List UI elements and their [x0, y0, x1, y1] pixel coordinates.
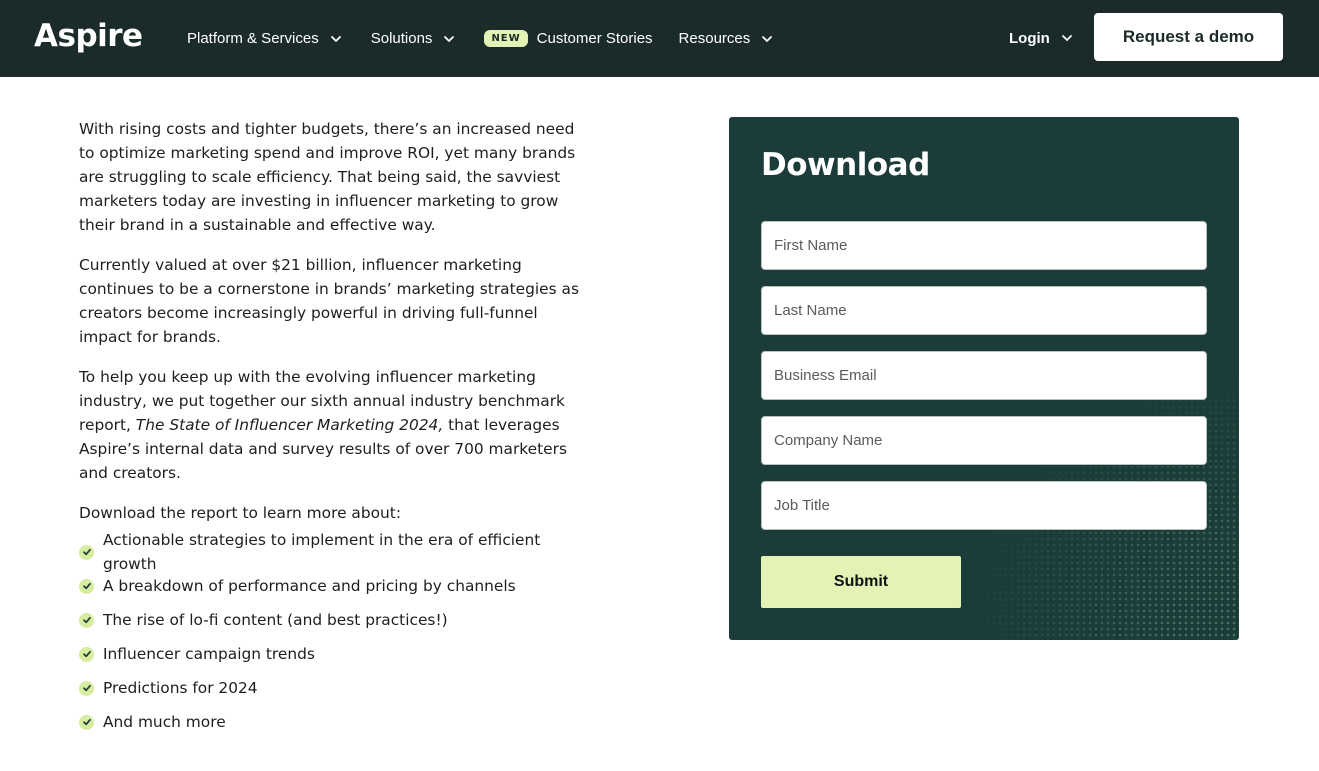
aspire-logo[interactable]: Aspire	[34, 18, 143, 54]
last-name-field[interactable]	[761, 286, 1207, 335]
top-navigation-bar: Aspire Platform & Services Solutions NEW…	[0, 0, 1319, 77]
checkmark-icon	[79, 646, 94, 662]
chevron-down-icon	[440, 30, 458, 48]
company-name-field[interactable]	[761, 416, 1207, 465]
list-item-text: The rise of lo-fi content (and best prac…	[103, 611, 448, 629]
submit-button[interactable]: Submit	[761, 556, 961, 608]
intro-paragraph: With rising costs and tighter budgets, t…	[79, 120, 576, 234]
nav-item-label: Solutions	[370, 30, 433, 47]
nav-item-label: Customer Stories	[536, 30, 653, 47]
request-demo-button[interactable]: Request a demo	[1094, 13, 1283, 61]
checkmark-icon	[79, 714, 94, 730]
business-email-field[interactable]	[761, 351, 1207, 400]
market-paragraph: Currently valued at over $21 billion, in…	[79, 256, 579, 346]
checkmark-icon	[79, 612, 94, 628]
report-description: With rising costs and tighter budgets, t…	[79, 117, 594, 739]
nav-item-label: Platform & Services	[187, 30, 319, 47]
login-menu[interactable]: Login	[1009, 24, 1076, 52]
list-intro: Download the report to learn more about:	[79, 504, 402, 522]
list-item-text: Influencer campaign trends	[103, 645, 315, 663]
list-item-text: And much more	[103, 713, 226, 731]
main-nav: Platform & Services Solutions NEW Custom…	[187, 0, 802, 77]
list-item-text: A breakdown of performance and pricing b…	[103, 577, 516, 595]
download-form-panel: Download Submit	[729, 117, 1239, 640]
nav-item-resources[interactable]: Resources	[679, 24, 777, 54]
list-item: Actionable strategies to implement in th…	[79, 531, 594, 573]
form-title: Download	[761, 147, 930, 183]
list-item: The rise of lo-fi content (and best prac…	[79, 603, 594, 637]
first-name-field[interactable]	[761, 221, 1207, 270]
login-label: Login	[1009, 29, 1050, 47]
list-item-text: Actionable strategies to implement in th…	[103, 531, 541, 573]
list-item-text: Predictions for 2024	[103, 679, 258, 697]
nav-item-platform-services[interactable]: Platform & Services	[187, 24, 345, 54]
checkmark-icon	[79, 680, 94, 696]
nav-item-customer-stories[interactable]: NEW Customer Stories	[484, 24, 653, 54]
list-item: Predictions for 2024	[79, 671, 594, 705]
list-item: Influencer campaign trends	[79, 637, 594, 671]
report-title: The State of Influencer Marketing 2024,	[135, 416, 444, 434]
list-item: And much more	[79, 705, 594, 739]
nav-item-label: Resources	[678, 30, 751, 47]
checkmark-icon	[79, 544, 94, 560]
checkmark-icon	[79, 578, 94, 594]
chevron-down-icon	[327, 30, 345, 48]
new-badge: NEW	[484, 30, 528, 47]
report-paragraph: To help you keep up with the evolving in…	[79, 365, 594, 485]
chevron-down-icon	[1058, 29, 1076, 47]
chevron-down-icon	[758, 30, 776, 48]
nav-item-solutions[interactable]: Solutions	[371, 24, 459, 54]
benefits-list: Actionable strategies to implement in th…	[79, 531, 594, 739]
job-title-field[interactable]	[761, 481, 1207, 530]
